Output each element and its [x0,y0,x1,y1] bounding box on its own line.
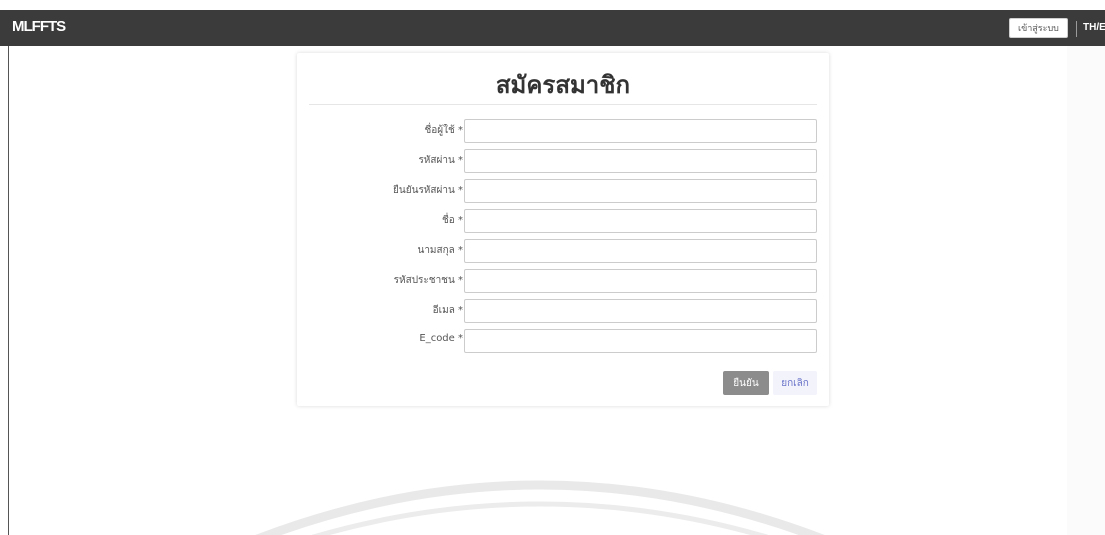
field-row-e-code: E_code * [297,329,829,353]
citizen-id-label: รหัสประชาชน * [393,275,463,286]
field-row-first-name: ชื่อ * [297,209,829,233]
page-title: สมัครสมาชิก [495,71,631,99]
nav-divider [1076,21,1077,37]
register-card: สมัครสมาชิก ชื่อผู้ใช้ * รหัสผ่าน * ยืนย… [297,53,829,406]
password-label: รหัสผ่าน * [418,155,463,166]
cancel-button[interactable]: ยกเลิก [773,371,817,395]
field-row-confirm-password: ยืนยันรหัสผ่าน * [297,179,829,203]
e-code-label: E_code * [419,333,463,344]
e-code-input[interactable] [464,329,817,353]
field-row-password: รหัสผ่าน * [297,149,829,173]
email-label: อีเมล * [432,305,463,316]
last-name-label: นามสกุล * [417,245,463,256]
title-divider [309,104,817,105]
login-button[interactable]: เข้าสู่ระบบ [1009,18,1068,38]
field-row-email: อีเมล * [297,299,829,323]
first-name-input[interactable] [464,209,817,233]
password-input[interactable] [464,149,817,173]
window-frame-top [0,0,1105,10]
email-input[interactable] [464,299,817,323]
username-input[interactable] [464,119,817,143]
language-toggle[interactable]: TH/EN [1083,22,1105,33]
last-name-input[interactable] [464,239,817,263]
citizen-id-input[interactable] [464,269,817,293]
field-row-username: ชื่อผู้ใช้ * [297,119,829,143]
confirm-password-input[interactable] [464,179,817,203]
username-label: ชื่อผู้ใช้ * [424,125,463,136]
top-navbar: MLFFTS เข้าสู่ระบบ TH/EN [0,10,1105,46]
field-row-last-name: นามสกุล * [297,239,829,263]
confirm-password-label: ยืนยันรหัสผ่าน * [393,185,463,196]
confirm-button[interactable]: ยืนยัน [723,371,769,395]
watermark-arcs [255,480,825,535]
first-name-label: ชื่อ * [442,215,463,226]
brand-logo[interactable]: MLFFTS [12,18,66,35]
field-row-citizen-id: รหัสประชาชน * [297,269,829,293]
